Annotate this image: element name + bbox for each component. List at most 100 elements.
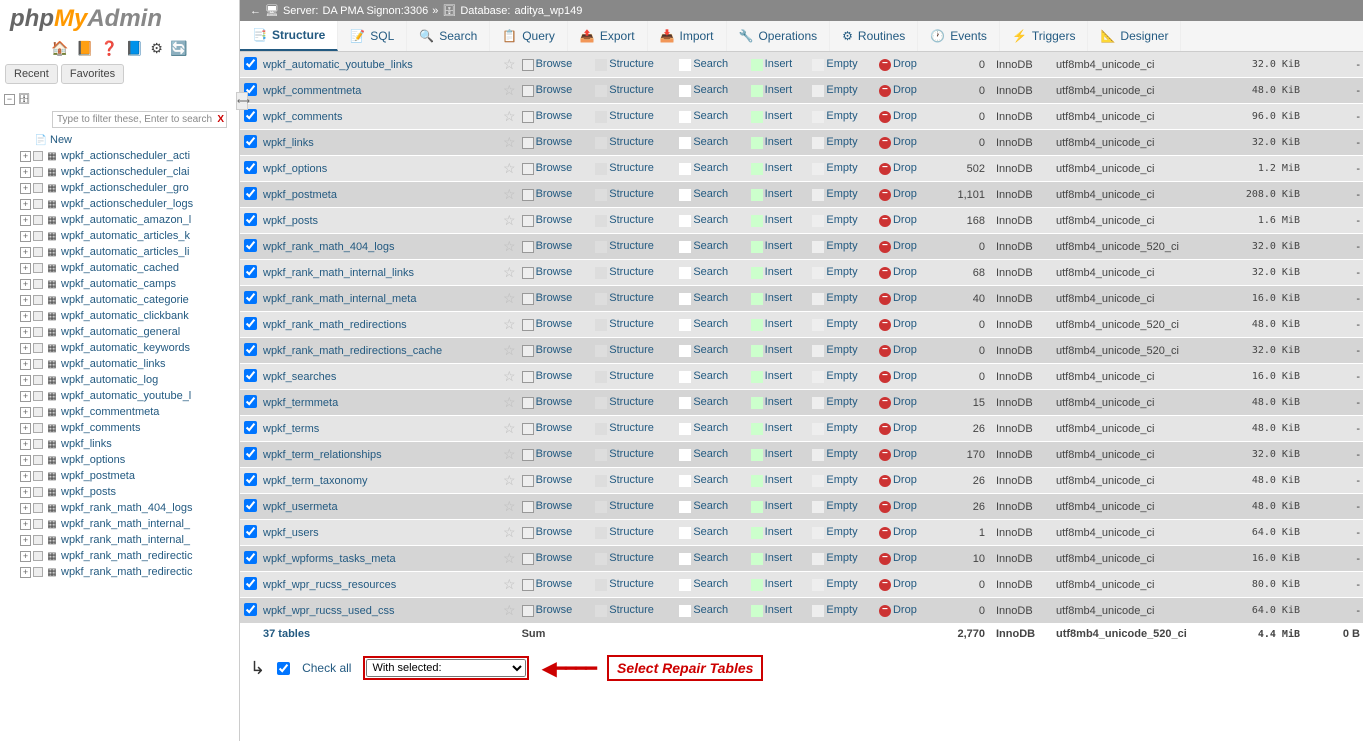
action-structure[interactable]: Structure (592, 442, 676, 468)
home-icon[interactable]: 🏠 (51, 40, 68, 56)
action-browse[interactable]: Browse (519, 442, 593, 468)
expand-icon[interactable]: + (20, 247, 31, 258)
expand-icon[interactable]: + (20, 471, 31, 482)
action-drop[interactable]: −Drop (876, 416, 933, 442)
expand-icon[interactable]: + (20, 407, 31, 418)
link-icon[interactable] (33, 199, 43, 209)
action-insert[interactable]: Insert (748, 468, 810, 494)
action-structure[interactable]: Structure (592, 208, 676, 234)
action-browse[interactable]: Browse (519, 156, 593, 182)
action-browse[interactable]: Browse (519, 312, 593, 338)
table-name[interactable]: wpkf_rank_math_internal_links (260, 260, 500, 286)
tab-search[interactable]: 🔍Search (407, 21, 490, 51)
action-drop[interactable]: −Drop (876, 52, 933, 78)
favorite-star-icon[interactable]: ☆ (500, 156, 519, 182)
action-search[interactable]: Search (676, 598, 747, 624)
action-search[interactable]: Search (676, 546, 747, 572)
row-checkbox[interactable] (244, 499, 257, 512)
action-structure[interactable]: Structure (592, 364, 676, 390)
table-name[interactable]: wpkf_term_relationships (260, 442, 500, 468)
tab-import[interactable]: 📥Import (648, 21, 727, 51)
action-drop[interactable]: −Drop (876, 546, 933, 572)
expand-icon[interactable]: + (20, 343, 31, 354)
action-insert[interactable]: Insert (748, 494, 810, 520)
tree-table-item[interactable]: +▦wpkf_automatic_camps (4, 276, 235, 292)
breadcrumb-database[interactable]: aditya_wp149 (514, 5, 582, 17)
reload-icon[interactable]: 🔄 (170, 40, 187, 56)
link-icon[interactable] (33, 327, 43, 337)
table-name[interactable]: wpkf_terms (260, 416, 500, 442)
action-insert[interactable]: Insert (748, 52, 810, 78)
favorite-star-icon[interactable]: ☆ (500, 260, 519, 286)
link-icon[interactable] (33, 471, 43, 481)
action-browse[interactable]: Browse (519, 416, 593, 442)
tab-routines[interactable]: ⚙Routines (830, 21, 918, 51)
action-insert[interactable]: Insert (748, 78, 810, 104)
tab-triggers[interactable]: ⚡Triggers (1000, 21, 1089, 51)
action-empty[interactable]: Empty (809, 286, 876, 312)
tab-events[interactable]: 🕐Events (918, 21, 1000, 51)
action-empty[interactable]: Empty (809, 598, 876, 624)
action-structure[interactable]: Structure (592, 104, 676, 130)
action-empty[interactable]: Empty (809, 78, 876, 104)
link-icon[interactable] (33, 519, 43, 529)
expand-icon[interactable]: + (20, 535, 31, 546)
action-insert[interactable]: Insert (748, 104, 810, 130)
favorite-star-icon[interactable]: ☆ (500, 104, 519, 130)
action-empty[interactable]: Empty (809, 520, 876, 546)
action-empty[interactable]: Empty (809, 260, 876, 286)
action-browse[interactable]: Browse (519, 208, 593, 234)
tree-table-item[interactable]: +▦wpkf_posts (4, 484, 235, 500)
favorite-star-icon[interactable]: ☆ (500, 52, 519, 78)
action-drop[interactable]: −Drop (876, 130, 933, 156)
action-structure[interactable]: Structure (592, 572, 676, 598)
link-icon[interactable] (33, 487, 43, 497)
tab-sql[interactable]: 📝SQL (338, 21, 407, 51)
table-name[interactable]: wpkf_commentmeta (260, 78, 500, 104)
link-icon[interactable] (33, 375, 43, 385)
action-insert[interactable]: Insert (748, 546, 810, 572)
favorites-tab[interactable]: Favorites (61, 64, 124, 84)
tree-table-item[interactable]: +▦wpkf_automatic_clickbank (4, 308, 235, 324)
tree-table-item[interactable]: +▦wpkf_comments (4, 420, 235, 436)
check-all-label[interactable]: Check all (302, 661, 351, 675)
action-browse[interactable]: Browse (519, 364, 593, 390)
action-search[interactable]: Search (676, 130, 747, 156)
table-name[interactable]: wpkf_usermeta (260, 494, 500, 520)
clear-filter-icon[interactable]: X (217, 114, 224, 125)
action-drop[interactable]: −Drop (876, 338, 933, 364)
favorite-star-icon[interactable]: ☆ (500, 182, 519, 208)
action-empty[interactable]: Empty (809, 546, 876, 572)
favorite-star-icon[interactable]: ☆ (500, 598, 519, 624)
action-search[interactable]: Search (676, 234, 747, 260)
action-insert[interactable]: Insert (748, 286, 810, 312)
action-drop[interactable]: −Drop (876, 78, 933, 104)
tree-table-item[interactable]: +▦wpkf_automatic_keywords (4, 340, 235, 356)
tree-table-item[interactable]: +▦wpkf_automatic_youtube_l (4, 388, 235, 404)
row-checkbox[interactable] (244, 213, 257, 226)
expand-icon[interactable]: + (20, 199, 31, 210)
link-icon[interactable] (33, 535, 43, 545)
action-search[interactable]: Search (676, 442, 747, 468)
expand-icon[interactable]: + (20, 151, 31, 162)
table-name[interactable]: wpkf_term_taxonomy (260, 468, 500, 494)
expand-icon[interactable]: + (20, 375, 31, 386)
action-search[interactable]: Search (676, 520, 747, 546)
action-drop[interactable]: −Drop (876, 598, 933, 624)
tab-export[interactable]: 📤Export (568, 21, 648, 51)
expand-icon[interactable]: + (20, 167, 31, 178)
tree-table-item[interactable]: +▦wpkf_options (4, 452, 235, 468)
favorite-star-icon[interactable]: ☆ (500, 78, 519, 104)
tree-table-item[interactable]: +▦wpkf_rank_math_404_logs (4, 500, 235, 516)
recent-tab[interactable]: Recent (5, 64, 58, 84)
expand-icon[interactable]: + (20, 215, 31, 226)
action-browse[interactable]: Browse (519, 598, 593, 624)
favorite-star-icon[interactable]: ☆ (500, 286, 519, 312)
row-checkbox[interactable] (244, 265, 257, 278)
tree-table-item[interactable]: +▦wpkf_automatic_articles_k (4, 228, 235, 244)
action-structure[interactable]: Structure (592, 598, 676, 624)
link-icon[interactable] (33, 391, 43, 401)
action-browse[interactable]: Browse (519, 286, 593, 312)
expand-icon[interactable]: + (20, 487, 31, 498)
action-drop[interactable]: −Drop (876, 390, 933, 416)
